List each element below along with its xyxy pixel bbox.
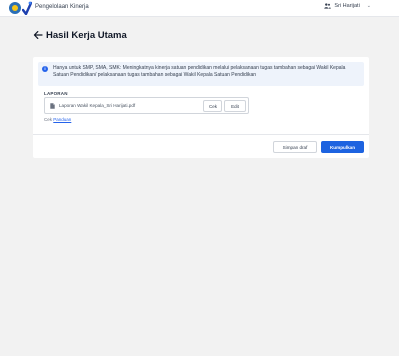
- submit-button[interactable]: Kumpulkan: [321, 141, 364, 153]
- chevron-down-icon: ⌄: [366, 3, 371, 9]
- info-icon: i: [42, 66, 48, 72]
- panduan-link[interactable]: Panduan: [53, 117, 71, 122]
- laporan-label: LAPORAN: [44, 91, 68, 96]
- file-name[interactable]: Laporan Wakil Kepala_Sri Harijati.pdf: [59, 103, 135, 108]
- save-draft-button[interactable]: Simpan draf: [273, 141, 317, 153]
- user-group-icon: [324, 3, 332, 9]
- edit-button[interactable]: Edit: [224, 100, 246, 112]
- help-prefix: Cek: [44, 117, 53, 122]
- divider: [33, 134, 369, 135]
- kemdikbud-logo-icon: [9, 2, 21, 14]
- help-line: Cek Panduan: [44, 117, 71, 122]
- document-icon: [50, 103, 55, 109]
- file-attachment: Laporan Wakil Kepala_Sri Harijati.pdf Ce…: [44, 97, 249, 114]
- page-title: Hasil Kerja Utama: [46, 30, 127, 41]
- back-arrow-icon[interactable]: [33, 30, 43, 40]
- user-menu[interactable]: Sri Harijati ⌄: [324, 3, 371, 9]
- top-bar: Pengelolaan Kinerja Sri Harijati ⌄: [0, 0, 399, 17]
- user-name: Sri Harijati: [334, 3, 360, 9]
- app-name: Pengelolaan Kinerja: [35, 4, 89, 10]
- info-notice: i Hanya untuk SMP, SMA, SMK: Meningkatny…: [38, 62, 364, 86]
- cek-button[interactable]: Cek: [203, 100, 222, 112]
- app-logo-icon: [22, 1, 32, 15]
- task-card: i Hanya untuk SMP, SMA, SMK: Meningkatny…: [33, 57, 369, 158]
- notice-text: Hanya untuk SMP, SMA, SMK: Meningkatnya …: [53, 65, 346, 78]
